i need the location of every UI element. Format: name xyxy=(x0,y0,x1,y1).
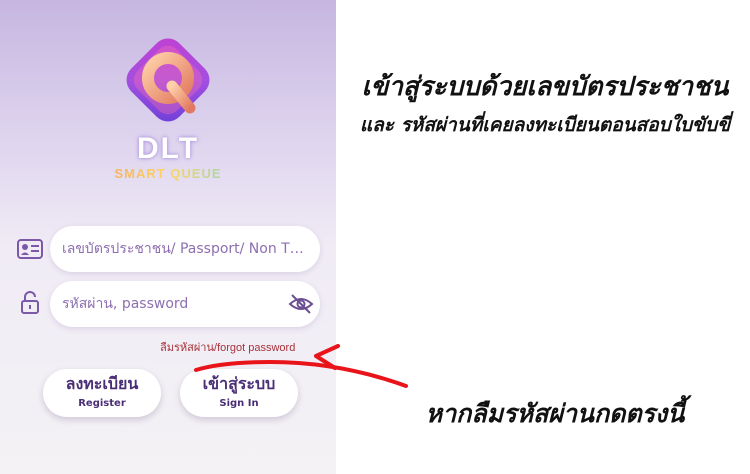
app-screen: DLT SMART QUEUE เลขบัตรประชาชน/ Passport… xyxy=(0,0,336,474)
register-button[interactable]: ลงทะเบียน Register xyxy=(43,369,161,417)
sign-in-label-en: Sign In xyxy=(219,398,259,409)
sign-in-button[interactable]: เข้าสู่ระบบ Sign In xyxy=(180,369,298,417)
unlock-icon xyxy=(21,291,39,314)
eye-off-icon[interactable] xyxy=(288,292,314,316)
brand-tagline: SMART QUEUE xyxy=(0,166,336,181)
sign-in-label-th: เข้าสู่ระบบ xyxy=(202,374,276,393)
password-placeholder: รหัสผ่าน, password xyxy=(62,296,189,312)
brand-name: DLT xyxy=(136,132,200,165)
forgot-password-note: หากลืมรหัสผ่านกดตรงนี้ xyxy=(425,399,685,428)
forgot-password-link[interactable]: ลืมรหัสผ่าน/forgot password xyxy=(160,338,295,356)
instruction-subline: และ รหัสผ่านที่เคยลงทะเบียนตอนสอบใบขับขี… xyxy=(359,114,731,136)
password-input[interactable]: รหัสผ่าน, password xyxy=(50,281,320,327)
register-label-th: ลงทะเบียน xyxy=(65,374,139,393)
dlt-smart-queue-logo xyxy=(126,38,210,122)
instruction-headline: เข้าสู่ระบบด้วยเลขบัตรประชาชน xyxy=(361,72,729,102)
id-card-icon xyxy=(17,239,43,259)
id-number-placeholder: เลขบัตรประชาชน/ Passport/ Non Thai... xyxy=(62,241,312,257)
register-label-en: Register xyxy=(78,398,126,409)
id-number-input[interactable]: เลขบัตรประชาชน/ Passport/ Non Thai... xyxy=(50,226,320,272)
